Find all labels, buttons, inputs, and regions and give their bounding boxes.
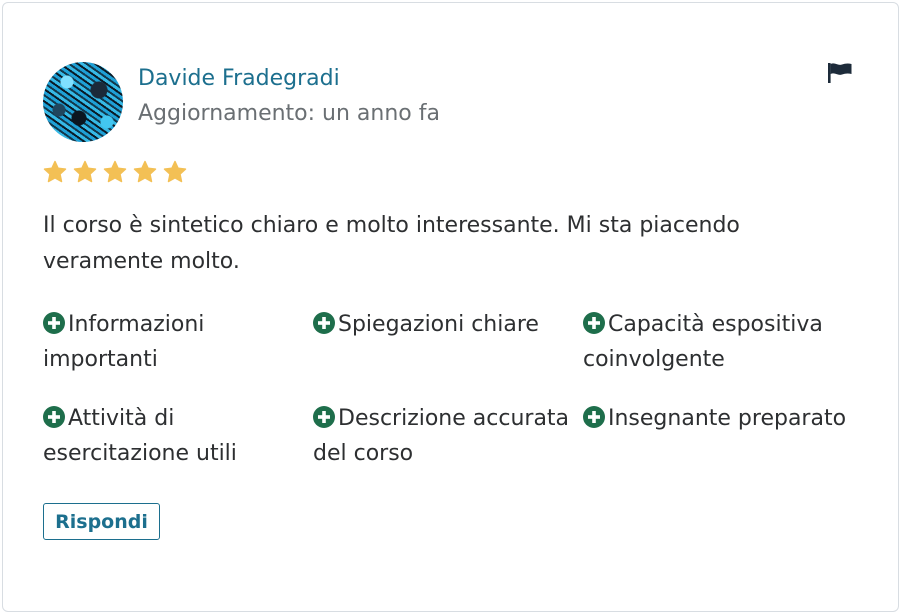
review-tag-label: Attività di esercitazione utili <box>43 406 237 466</box>
review-tag-label: Spiegazioni chiare <box>338 312 539 337</box>
review-tag: Insegnante preparato <box>583 401 863 471</box>
review-tag-label: Informazioni importanti <box>43 312 205 372</box>
star-icon <box>103 160 127 183</box>
review-tags: Informazioni importanti Spiegazioni chia… <box>43 307 863 471</box>
reply-button[interactable]: Rispondi <box>43 503 160 540</box>
review-tag-label: Descrizione accurata del corso <box>313 406 570 466</box>
avatar <box>43 62 123 142</box>
review-tag: Informazioni importanti <box>43 307 313 377</box>
star-icon <box>133 160 157 183</box>
review-tag-label: Capacità espositiva coinvolgente <box>583 312 823 372</box>
review-tag: Descrizione accurata del corso <box>313 401 583 471</box>
review-tag-label: Insegnante preparato <box>608 406 847 431</box>
review-text: Il corso è sintetico chiaro e molto inte… <box>43 213 740 274</box>
plus-circle-icon <box>43 406 65 428</box>
star-icon <box>43 160 67 183</box>
reviewer-name[interactable]: Davide Fradegradi <box>138 66 340 91</box>
review-tag: Capacità espositiva coinvolgente <box>583 307 863 377</box>
flag-icon[interactable] <box>826 61 854 85</box>
star-rating <box>43 160 187 184</box>
star-icon <box>163 160 187 183</box>
review-tag: Spiegazioni chiare <box>313 307 583 377</box>
plus-circle-icon <box>313 312 335 334</box>
plus-circle-icon <box>313 406 335 428</box>
review-card: Davide Fradegradi Aggiornamento: un anno… <box>2 2 899 612</box>
star-icon <box>73 160 97 183</box>
plus-circle-icon <box>583 312 605 334</box>
review-updated-time: Aggiornamento: un anno fa <box>138 101 440 126</box>
review-tag: Attività di esercitazione utili <box>43 401 313 471</box>
plus-circle-icon <box>583 406 605 428</box>
plus-circle-icon <box>43 312 65 334</box>
